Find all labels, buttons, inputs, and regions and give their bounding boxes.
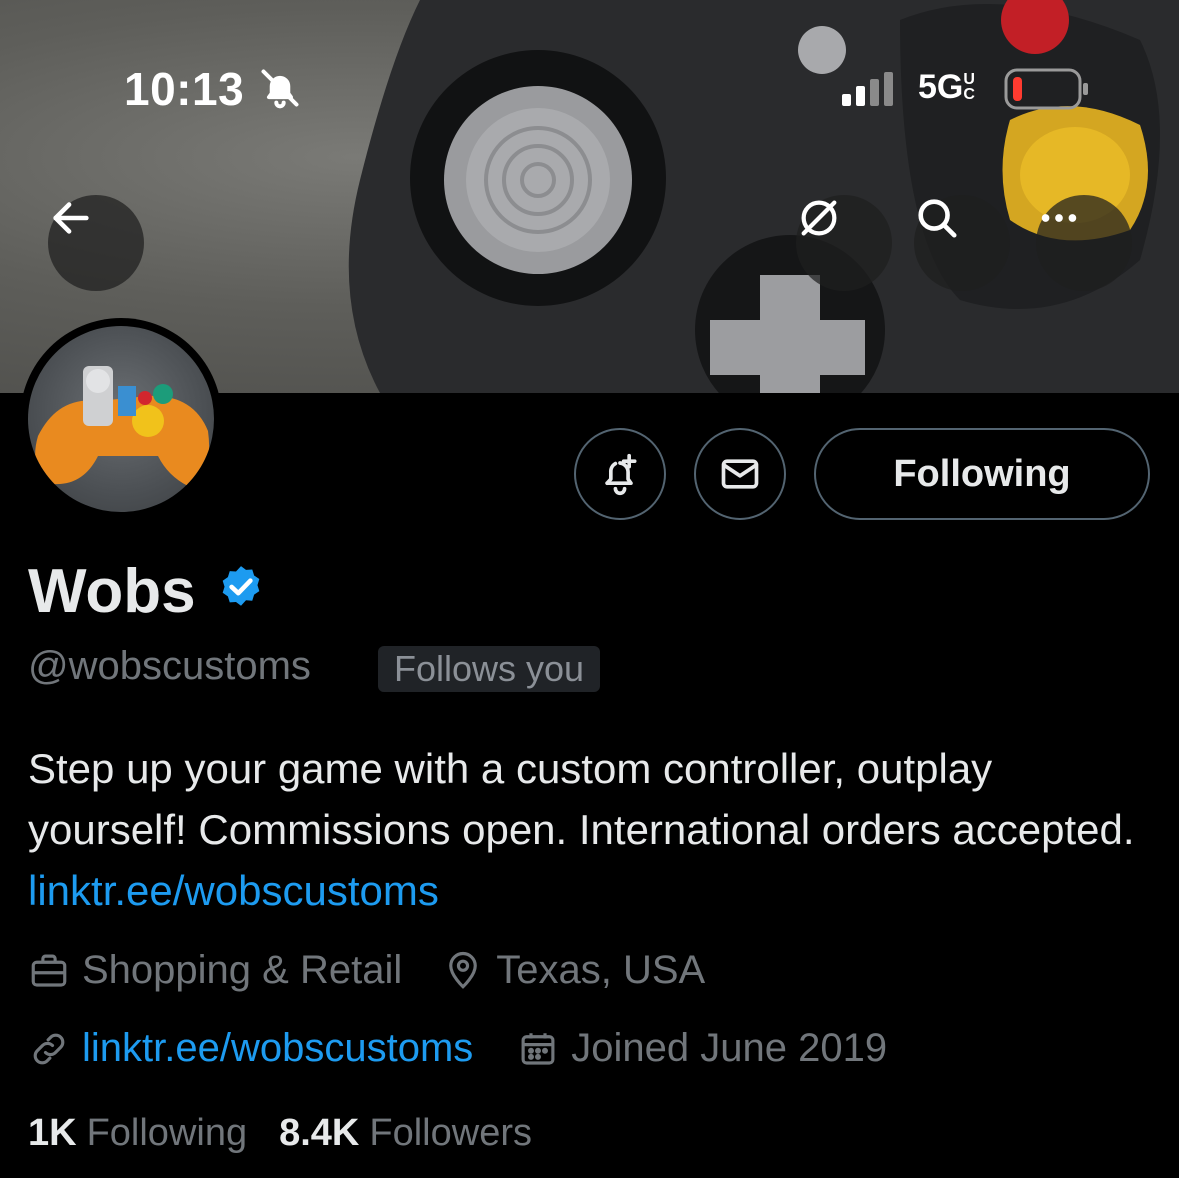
following-button[interactable]: Following: [814, 428, 1150, 520]
location-pin-icon: [449, 951, 478, 989]
category-label: Shopping & Retail: [82, 948, 403, 992]
back-button[interactable]: [48, 195, 144, 291]
follow-counts: 1K Following 8.4K Followers: [28, 1112, 532, 1155]
verified-badge-icon[interactable]: [216, 563, 266, 618]
profile-meta-row-2: linktr.ee/wobscustoms Joined June 2019: [28, 1026, 887, 1071]
envelope-icon: [721, 459, 759, 489]
more-button[interactable]: [1036, 195, 1132, 291]
website-item[interactable]: linktr.ee/wobscustoms: [28, 1026, 473, 1071]
followers-count: 8.4K: [279, 1112, 360, 1154]
search-button[interactable]: [914, 195, 1010, 291]
profile-meta-row-1: Shopping & Retail Texas, USA: [28, 948, 705, 993]
bio-text: Step up your game with a custom controll…: [28, 745, 1135, 853]
profile-handle: @wobscustoms: [28, 644, 311, 688]
following-count: 1K: [28, 1112, 77, 1154]
search-icon: [918, 199, 957, 238]
grok-button[interactable]: [796, 195, 892, 291]
category-item: Shopping & Retail: [28, 948, 402, 993]
following-count-label: Following: [86, 1112, 248, 1154]
avatar[interactable]: [20, 318, 222, 520]
network-label: 5GUC: [918, 68, 975, 106]
bell-plus-icon: [605, 453, 637, 496]
location-label: Texas, USA: [496, 948, 706, 992]
website-link[interactable]: linktr.ee/wobscustoms: [82, 1026, 473, 1071]
bio-link[interactable]: linktr.ee/wobscustoms: [28, 867, 439, 914]
notify-button[interactable]: [574, 428, 666, 520]
follows-you-badge: Follows you: [378, 646, 601, 692]
location-item: Texas, USA: [442, 948, 705, 993]
back-arrow-icon: [53, 202, 89, 234]
grok-icon: [801, 200, 837, 236]
joined-label: Joined June 2019: [571, 1026, 888, 1070]
following-count-link[interactable]: 1K Following: [28, 1112, 247, 1155]
profile-bio: Step up your game with a custom controll…: [28, 738, 1148, 921]
followers-count-label: Followers: [369, 1112, 532, 1154]
status-time: 10:13: [124, 63, 245, 115]
followers-count-link[interactable]: 8.4K Followers: [279, 1112, 532, 1155]
briefcase-icon: [31, 954, 67, 987]
link-icon: [33, 1033, 65, 1064]
joined-item: Joined June 2019: [517, 1026, 887, 1071]
avatar-image: [28, 326, 214, 512]
more-icon: [1041, 214, 1077, 222]
display-name: Wobs: [28, 557, 196, 626]
message-button[interactable]: [694, 428, 786, 520]
calendar-icon: [521, 1032, 555, 1065]
